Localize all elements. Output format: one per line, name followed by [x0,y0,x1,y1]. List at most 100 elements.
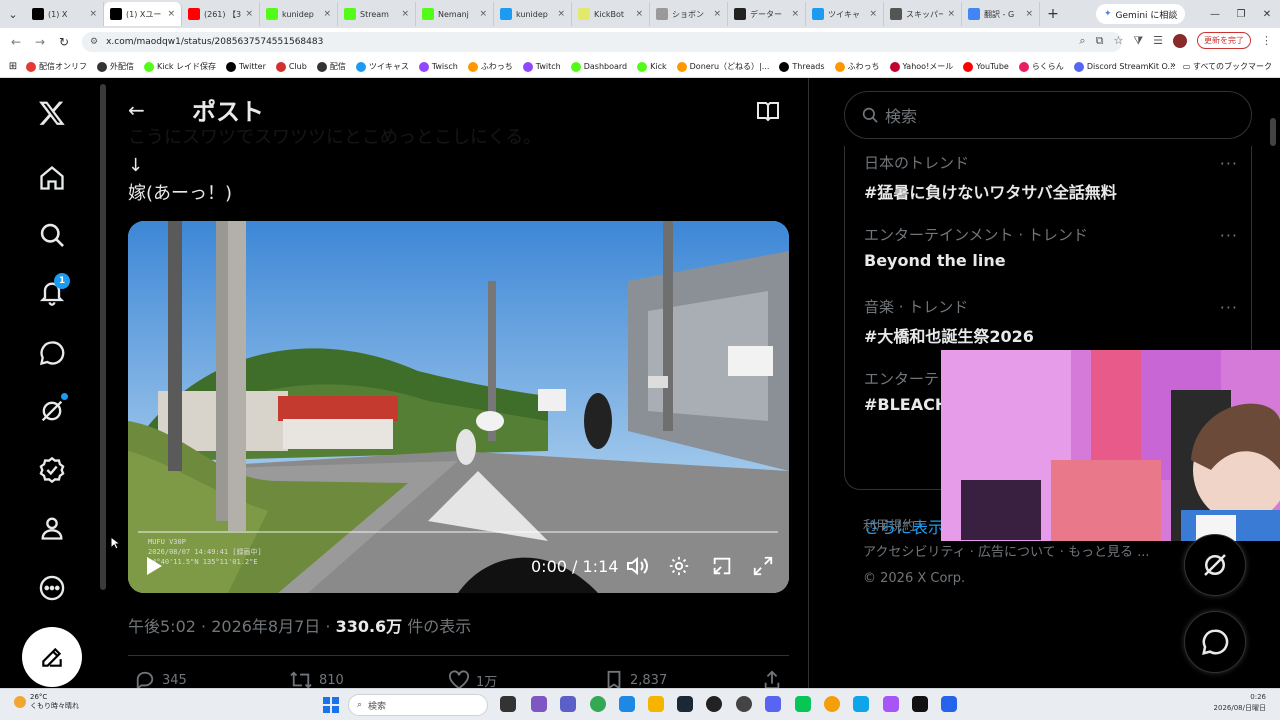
x-logo-icon[interactable] [32,93,72,133]
bookmark-item[interactable]: らくらん [1018,61,1064,72]
bookmark-item[interactable]: YouTube [963,61,1009,72]
trend-item[interactable]: 音楽 · トレンド #大橋和也誕生祭2026 ··· [864,296,1237,347]
volume-icon[interactable] [625,555,649,577]
profile-avatar[interactable] [1173,33,1187,48]
bookmark-item[interactable]: Twitch [522,61,561,72]
bookmark-item[interactable]: ふわっち [467,61,513,72]
browser-tab[interactable]: データー × [728,2,806,26]
share-button[interactable] [762,670,782,688]
compose-post-button[interactable] [22,627,82,687]
bookmark-item[interactable]: Yahoo!メール [889,61,953,72]
grok-float-button[interactable] [1184,534,1246,596]
screen-share-icon[interactable]: ⧉ [1096,34,1104,48]
bookmark-item[interactable]: Club [275,61,307,72]
tab-close-icon[interactable]: × [89,9,97,19]
verified-icon[interactable] [32,450,72,490]
post-date[interactable]: 2026年8月7日 [211,617,320,636]
edge-icon[interactable] [619,696,635,712]
taskbar-search[interactable]: ⌕ 検索 [348,694,488,716]
post-time[interactable]: 午後5:02 [128,617,196,636]
bookmark-item[interactable]: Twisch [418,61,458,72]
obs-icon[interactable] [706,696,722,712]
search-input[interactable]: 検索 [844,91,1252,139]
tab-close-icon[interactable]: × [323,9,331,19]
page-scrollbar[interactable] [1270,118,1276,146]
notepad-icon[interactable] [853,696,869,712]
video-progress-bar[interactable] [138,531,778,533]
grok-icon[interactable] [32,391,72,431]
browser-tab[interactable]: KickBot × [572,2,650,26]
tab-close-icon[interactable]: × [479,9,487,19]
new-tab-button[interactable]: + [1040,6,1066,22]
reader-mode-icon[interactable] [756,100,780,122]
bookmark-button[interactable]: 2,837 [604,670,667,688]
play-icon[interactable] [144,555,164,577]
coin-icon[interactable] [824,696,840,712]
photos-icon[interactable] [941,696,957,712]
footer-line-2[interactable]: アクセシビリティ · 広告について · もっと見る ... [863,540,1150,566]
bookmark-item[interactable]: ツイキャス [355,61,409,72]
browser-tab[interactable]: スキッパー × [884,2,962,26]
messages-icon[interactable] [32,333,72,373]
minimize-icon[interactable]: — [1202,0,1228,28]
obs-second-icon[interactable] [736,696,752,712]
zoom-icon[interactable]: ⌕ [1079,34,1085,48]
tab-close-icon[interactable]: × [947,9,955,19]
menu-icon[interactable]: ⋮ [1261,34,1272,47]
url-field[interactable]: ⚙ x.com/maodqw1/status/20856375745515684… [82,32,1122,52]
notifications-icon[interactable]: 1 [32,273,72,313]
bookmark-item[interactable]: Doneru（どねる）|... [676,61,769,72]
profile-icon[interactable] [32,508,72,548]
browser-tab[interactable]: ショボン × [650,2,728,26]
more-options-icon[interactable] [32,568,72,608]
reload-icon[interactable]: ↻ [52,35,76,49]
tab-close-icon[interactable]: × [401,9,409,19]
bookmark-item[interactable]: 外配信 [97,61,134,72]
chrome-icon[interactable] [590,696,606,712]
teams-icon[interactable] [560,696,576,712]
retweet-button[interactable]: 810 [289,670,344,688]
bookmark-item[interactable]: Kick レイド保存 [144,61,216,72]
tab-close-icon[interactable]: × [167,9,175,19]
nav-scrollbar[interactable] [100,84,106,590]
trend-item[interactable]: エンターテインメント · トレンド Beyond the line ··· [864,224,1237,270]
video-player[interactable]: MUFU V30P 2026/08/07 14:49:41 [録画中] 34°4… [128,221,789,593]
trend-more-icon[interactable]: ··· [1220,226,1238,245]
tab-close-icon[interactable]: × [713,9,721,19]
bookmark-item[interactable]: ふわっち [834,61,880,72]
bookmark-item[interactable]: Twitter [226,61,266,72]
bookmark-item[interactable]: 配信オンリフ [26,61,87,72]
file-explorer-icon[interactable] [648,696,664,712]
browser-tab[interactable]: ツイキャ × [806,2,884,26]
line-icon[interactable] [795,696,811,712]
tab-close-icon[interactable]: × [1025,9,1033,19]
bookmark-item[interactable]: Kick [637,61,667,72]
trend-item[interactable]: 日本のトレンド #猛暑に負けないワタサバ全話無料 ··· [864,152,1237,203]
bookmark-star-icon[interactable]: ☆ [1113,34,1123,47]
like-button[interactable]: 1万 [448,670,497,688]
update-button[interactable]: 更新を完了 [1197,32,1251,49]
tab-search-chevron-icon[interactable]: ⌄ [0,0,26,28]
back-icon[interactable]: ← [4,35,28,49]
tab-close-icon[interactable]: × [245,9,253,19]
task-view-icon[interactable] [500,696,516,712]
browser-tab[interactable]: (1) Xユー × [104,2,182,26]
tab-close-icon[interactable]: × [791,9,799,19]
bookmarks-more-button[interactable]: » [1170,60,1176,71]
tab-close-icon[interactable]: × [635,9,643,19]
tab-close-icon[interactable]: × [557,9,565,19]
picture-in-picture-icon[interactable] [711,555,733,577]
home-icon[interactable] [32,158,72,198]
gemini-button[interactable]: ✦ Gemini に相談 [1096,4,1186,24]
bookmark-item[interactable]: Discord StreamKit O... [1073,61,1175,72]
bookmark-item[interactable]: Dashboard [570,61,627,72]
discord-icon[interactable] [765,696,781,712]
browser-tab[interactable]: (1) X × [26,2,104,26]
reply-button[interactable]: 345 [134,670,187,688]
trend-more-icon[interactable]: ··· [1220,154,1238,173]
browser-tab[interactable]: kunidep × [494,2,572,26]
forward-icon[interactable]: → [28,35,52,49]
taskbar-clock[interactable]: 0:26 2026/08/日曜日 [1214,692,1266,714]
trend-more-icon[interactable]: ··· [1220,298,1238,317]
terminal-icon[interactable] [912,696,928,712]
